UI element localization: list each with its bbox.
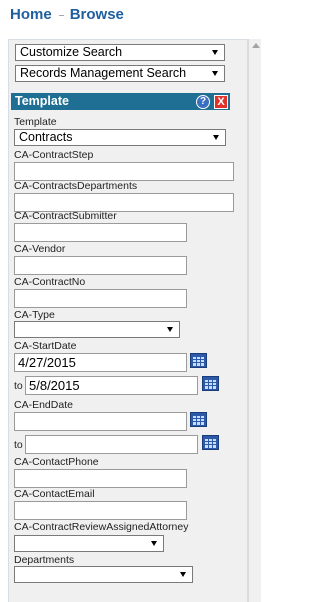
calendar-icon[interactable] <box>202 435 219 450</box>
contract-no-input[interactable] <box>14 289 187 308</box>
records-search-select[interactable]: Records Management Search <box>15 65 225 82</box>
chevron-down-icon <box>167 327 173 332</box>
records-search-value: Records Management Search <box>20 66 187 80</box>
start-date-to-value: 5/8/2015 <box>29 378 80 393</box>
nav-home-link[interactable]: Home <box>10 6 52 23</box>
type-select[interactable] <box>14 321 180 338</box>
top-nav: Home Browse <box>10 6 124 26</box>
close-icon[interactable]: X <box>214 95 228 109</box>
template-header-title: Template <box>15 94 69 108</box>
end-date-to-input[interactable] <box>25 435 198 454</box>
start-date-from-input[interactable]: 4/27/2015 <box>14 353 187 372</box>
contract-submitter-input[interactable] <box>14 223 187 242</box>
template-select[interactable]: Contracts <box>14 129 226 146</box>
customize-search-value: Customize Search <box>20 45 123 59</box>
start-date-to-label: to <box>14 380 23 392</box>
contact-email-input[interactable] <box>14 501 187 520</box>
calendar-icon[interactable] <box>190 353 207 368</box>
contracts-departments-label: CA-ContractsDepartments <box>14 180 138 192</box>
start-date-to-input[interactable]: 5/8/2015 <box>25 376 198 395</box>
template-select-value: Contracts <box>19 130 73 144</box>
chevron-down-icon <box>212 50 218 55</box>
contact-phone-input[interactable] <box>14 469 187 488</box>
start-date-label: CA-StartDate <box>14 340 77 352</box>
chevron-down-icon <box>212 71 218 76</box>
start-date-from-value: 4/27/2015 <box>18 355 76 370</box>
calendar-icon[interactable] <box>190 412 207 427</box>
contract-step-label: CA-ContractStep <box>14 149 94 161</box>
vendor-label: CA-Vendor <box>14 243 66 255</box>
calendar-icon[interactable] <box>202 376 219 391</box>
scrollbar[interactable] <box>248 39 261 602</box>
review-attorney-label: CA-ContractReviewAssignedAttorney <box>14 521 189 533</box>
chevron-down-icon <box>180 572 186 577</box>
contract-no-label: CA-ContractNo <box>14 276 86 288</box>
contact-phone-label: CA-ContactPhone <box>14 456 99 468</box>
departments-label: Departments <box>14 554 75 566</box>
chevron-down-icon <box>213 135 219 140</box>
nav-separator <box>58 14 64 16</box>
vendor-input[interactable] <box>14 256 187 275</box>
chevron-down-icon <box>151 541 157 546</box>
template-label: Template <box>14 116 57 128</box>
review-attorney-select[interactable] <box>14 535 164 552</box>
customize-search-select[interactable]: Customize Search <box>15 44 225 61</box>
end-date-from-input[interactable] <box>14 412 187 431</box>
contract-step-input[interactable] <box>14 162 234 181</box>
end-date-label: CA-EndDate <box>14 399 73 411</box>
type-label: CA-Type <box>14 309 55 321</box>
departments-select[interactable] <box>14 566 193 583</box>
help-icon[interactable]: ? <box>196 95 210 109</box>
scroll-up-icon[interactable] <box>252 43 260 48</box>
contract-submitter-label: CA-ContractSubmitter <box>14 210 117 222</box>
contact-email-label: CA-ContactEmail <box>14 488 95 500</box>
nav-browse-link[interactable]: Browse <box>70 6 124 23</box>
end-date-to-label: to <box>14 439 23 451</box>
